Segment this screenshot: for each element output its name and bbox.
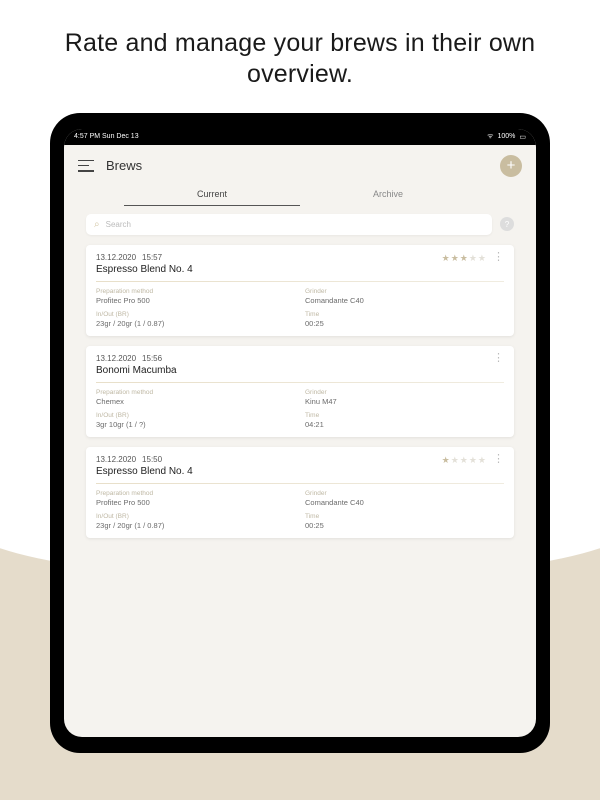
prep-value: Profitec Pro 500 [96, 296, 295, 305]
card-divider [96, 281, 504, 282]
more-icon[interactable]: ⋮ [493, 455, 504, 463]
help-button[interactable]: ? [500, 217, 514, 231]
brew-list: 13.12.202015:57 Espresso Blend No. 4 ★★★… [64, 245, 536, 538]
status-bar: 4:57 PM Sun Dec 13 ᯤ 100% ▭ [64, 129, 536, 145]
add-brew-button[interactable]: + [500, 155, 522, 177]
menu-icon[interactable] [78, 160, 94, 172]
wifi-icon: ᯤ [487, 132, 493, 141]
brew-card[interactable]: 13.12.202015:57 Espresso Blend No. 4 ★★★… [86, 245, 514, 336]
prep-value: Chemex [96, 397, 295, 406]
tab-archive[interactable]: Archive [300, 183, 476, 206]
tablet-frame: 4:57 PM Sun Dec 13 ᯤ 100% ▭ Brews + Curr… [50, 113, 550, 753]
inout-label: In/Out (BR) [96, 311, 295, 318]
prep-label: Preparation method [96, 288, 295, 295]
battery-icon: ▭ [519, 133, 526, 141]
grinder-value: Kinu M47 [305, 397, 504, 406]
time-value: 00:25 [305, 521, 504, 530]
grinder-value: Comandante C40 [305, 498, 504, 507]
time-label: Time [305, 311, 504, 318]
card-divider [96, 483, 504, 484]
promo-headline: Rate and manage your brews in their own … [0, 0, 600, 105]
search-input[interactable]: ⌕ Search [86, 214, 492, 235]
grinder-label: Grinder [305, 490, 504, 497]
grinder-label: Grinder [305, 389, 504, 396]
more-icon[interactable]: ⋮ [493, 253, 504, 261]
page-title: Brews [106, 158, 488, 173]
time-value: 04:21 [305, 420, 504, 429]
grinder-label: Grinder [305, 288, 504, 295]
more-icon[interactable]: ⋮ [493, 354, 504, 362]
inout-value: 3gr 10gr (1 / ?) [96, 420, 295, 429]
brew-datetime: 13.12.202015:50 [96, 455, 442, 464]
brew-name: Espresso Blend No. 4 [96, 264, 442, 275]
search-icon: ⌕ [94, 219, 100, 230]
time-value: 00:25 [305, 319, 504, 328]
inout-label: In/Out (BR) [96, 513, 295, 520]
prep-label: Preparation method [96, 490, 295, 497]
brew-datetime: 13.12.202015:56 [96, 354, 487, 363]
prep-value: Profitec Pro 500 [96, 498, 295, 507]
inout-value: 23gr / 20gr (1 / 0.87) [96, 521, 295, 530]
brew-card[interactable]: 13.12.202015:56 Bonomi Macumba ⋮ Prepara… [86, 346, 514, 437]
search-placeholder: Search [106, 220, 131, 229]
battery-label: 100% [497, 133, 515, 140]
rating-stars: ★★★★★ [442, 253, 487, 264]
status-time: 4:57 PM Sun Dec 13 [74, 133, 139, 140]
brew-name: Bonomi Macumba [96, 365, 487, 376]
prep-label: Preparation method [96, 389, 295, 396]
brew-datetime: 13.12.202015:57 [96, 253, 442, 262]
grinder-value: Comandante C40 [305, 296, 504, 305]
time-label: Time [305, 513, 504, 520]
inout-label: In/Out (BR) [96, 412, 295, 419]
tab-current[interactable]: Current [124, 183, 300, 206]
inout-value: 23gr / 20gr (1 / 0.87) [96, 319, 295, 328]
rating-stars: ★★★★★ [442, 455, 487, 466]
card-divider [96, 382, 504, 383]
brew-name: Espresso Blend No. 4 [96, 466, 442, 477]
time-label: Time [305, 412, 504, 419]
tab-bar: Current Archive [64, 183, 536, 206]
brew-card[interactable]: 13.12.202015:50 Espresso Blend No. 4 ★★★… [86, 447, 514, 538]
